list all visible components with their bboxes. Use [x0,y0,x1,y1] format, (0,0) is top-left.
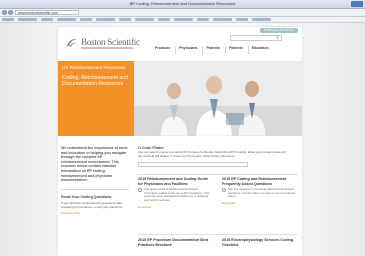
hero-kicker: US Reimbursement Resources [62,65,126,70]
hero-banner: US Reimbursement Resources Coding, Reimb… [58,61,302,136]
logo-text[interactable]: Boston Scientific [81,37,140,47]
resource-cards: 2015 Reimbursement and Coding Guide for … [138,174,298,254]
divider [61,188,129,190]
hero-photo [134,61,302,136]
resource-card-title[interactable]: 2015 EP Procedure Documentation Best Pra… [138,238,212,247]
nav-item-label: Products [155,46,171,50]
divider [138,234,298,235]
search-icon[interactable]: ⚲ [276,36,280,40]
nav-item-label: Patients [206,46,221,50]
email-questions-body: If you still have reimbursement question… [61,200,123,209]
logo-tagline [81,47,133,49]
code-finder-description: Use our search engine to enter HCPCS cod… [138,150,286,158]
browser-titlebar: BP Coding, Reimbursement and Documentati… [0,0,365,9]
resource-card-title[interactable]: 2015 EP Coding and Reimbursement Frequen… [222,177,296,186]
nav-item-label: Patients [229,46,243,50]
email-questions-title: Email Your Coding Questions [61,194,112,199]
resource-card-body: Use this resource to commonly asked reim… [222,187,296,199]
bookmark-item[interactable] [135,18,154,21]
logo-swoosh-icon [67,39,77,47]
bookmark-item[interactable] [57,18,76,21]
resource-card[interactable]: 2015 EP Procedure Documentation Best Pra… [138,238,212,247]
resource-card-text: Use this resource to commonly asked reim… [228,187,296,199]
search-input[interactable]: ⚲ [230,35,282,41]
bookmark-item[interactable] [252,18,271,21]
nav-item-education[interactable]: Education [247,46,272,54]
site-header: Boston Scientific ⚲ Products Physicians … [58,33,302,57]
address-bar: www.bostonscientific.com [0,9,365,17]
bookmark-item[interactable] [236,18,248,21]
email-us-link[interactable]: Email Us Now [61,211,129,215]
hero-title: Coding, Reimbursement and Documentation … [62,75,129,88]
document-icon [222,188,226,193]
nav-item-physicians[interactable]: Physicians [175,46,200,54]
resource-card[interactable]: 2015 EP Coding and Reimbursement Frequen… [222,177,296,205]
download-link[interactable]: Download [222,201,296,205]
download-link[interactable]: Download [138,205,212,209]
window-title: BP Coding, Reimbursement and Documentati… [129,1,236,6]
content-area: We understand the importance of tools an… [58,136,302,256]
web-page: EMB ALL ACCESS Boston Scientific ⚲ Produ… [58,27,302,256]
resource-card-body: This guide contains detailed reimburseme… [138,187,212,202]
bookmark-item[interactable] [174,18,193,21]
nav-item-products[interactable]: Products [152,46,173,54]
bookmark-item[interactable] [41,18,53,21]
window-controls[interactable] [351,1,363,7]
bookmark-item[interactable] [2,18,14,21]
back-button[interactable] [2,10,7,15]
url-field[interactable]: www.bostonscientific.com [15,10,79,15]
bookmark-item[interactable] [96,18,115,21]
main-column: C Code Finder Use our search engine to e… [138,146,298,247]
bookmark-item[interactable] [197,18,209,21]
resource-card[interactable]: 2015 Electrophysiology Services Coding C… [222,238,296,247]
code-finder-input[interactable] [138,161,248,167]
hero-text-panel: US Reimbursement Resources Coding, Reimb… [58,61,134,136]
nav-item-label: Physicians [179,46,198,50]
resource-card-title[interactable]: 2015 Reimbursement and Coding Guide for … [138,177,212,186]
doctors-photo-illustration [134,61,302,136]
bookmark-item[interactable] [119,18,131,21]
document-icon [138,188,142,193]
nav-item-label: Education [251,46,269,50]
sidebar-intro: We understand the importance of tools an… [61,146,128,183]
nav-item-patients-1[interactable]: Patients [202,46,223,54]
bookmark-item[interactable] [80,18,92,21]
divider [138,174,298,175]
resource-card[interactable]: 2015 Reimbursement and Coding Guide for … [138,177,212,209]
bookmark-item[interactable] [213,18,232,21]
bookmark-item[interactable] [158,18,170,21]
forward-button[interactable] [8,10,13,15]
sidebar: We understand the importance of tools an… [61,146,129,215]
nav-item-patients-2[interactable]: Patients [225,46,246,54]
bookmark-item[interactable] [18,18,37,21]
resource-card-text: This guide contains detailed reimburseme… [144,187,210,202]
resource-card-title[interactable]: 2015 Electrophysiology Services Coding C… [222,238,296,247]
main-nav: Products Physicians Patients Patients Ed… [152,46,298,54]
